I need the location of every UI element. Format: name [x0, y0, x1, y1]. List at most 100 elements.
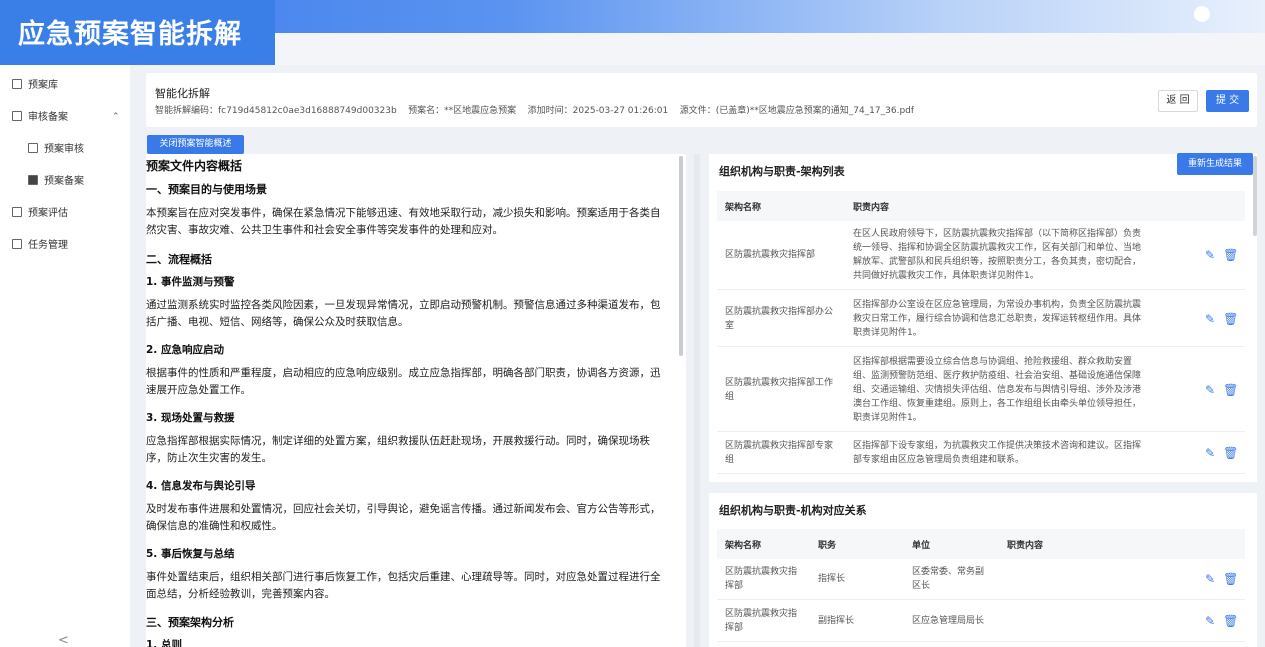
- time-label: 添加时间：: [527, 106, 573, 116]
- row-actions: ✎ 🗑: [1205, 614, 1238, 628]
- summary-panel: 预案文件内容概括 一、预案目的与使用场景 本预案旨在应对突发事件，确保在紧急情况下能…: [146, 154, 686, 647]
- row-actions: ✎ 🗑: [1205, 248, 1238, 262]
- code-label: 智能拆解编码：: [155, 106, 219, 116]
- org-map-card: 组织机构与职责-机构对应关系 架构名称 职务 单位 职责内容 区防震抗震救灾指挥…: [709, 493, 1257, 647]
- org-name-line: 区防震抗震救灾指挥部工作: [725, 377, 834, 388]
- col-header: 职务: [818, 541, 837, 551]
- task-icon: [12, 238, 22, 249]
- sidebar-item-plan-library[interactable]: 预案库: [12, 76, 58, 91]
- org-name-line: 挥部: [725, 623, 744, 633]
- col-header: 架构名称: [725, 203, 762, 213]
- delete-icon[interactable]: 🗑: [1223, 312, 1238, 326]
- page-title: 智能化拆解: [155, 87, 210, 100]
- org-name-line: 组: [725, 391, 735, 402]
- summary-paragraph-line: 然灾害、事故灾难、公共卫生事件和社会安全事件等突发事件的处理和应对。: [146, 224, 503, 236]
- table-row: 区防震抗震救灾指挥部办公室区指挥部办公室设在区应急管理局，为常设办事机构，负责全…: [717, 290, 1245, 347]
- unit-line: 区委常委、常务副: [912, 567, 985, 577]
- edit-icon[interactable]: ✎: [1205, 446, 1215, 460]
- org-name-cell: 区防震抗震救灾指挥部专家组: [725, 439, 845, 467]
- duty-line: 职责详见附件1。: [853, 412, 922, 423]
- col-header: 架构名称: [725, 541, 762, 551]
- summary-paragraph-line: 及时发布事件进展和处置情况，回应社会关切，引导舆论，避免谣言传播。通过新闻发布会…: [146, 503, 661, 515]
- org-name-line: 区防震抗震救灾指: [725, 567, 798, 577]
- summary-paragraph-line: 面总结，分析经验教训，完善预案内容。: [146, 588, 335, 600]
- org-name-cell: 区防震抗震救灾指挥部: [725, 565, 815, 593]
- summary-heading: 三、预案架构分析: [146, 616, 234, 629]
- collapse-sidebar-icon[interactable]: <: [58, 633, 69, 647]
- document-icon: [28, 174, 38, 185]
- org-name-line: 区防震抗震救灾指: [725, 609, 798, 619]
- app-title: 应急预案智能拆解: [0, 0, 275, 65]
- back-button[interactable]: 返 回: [1158, 90, 1198, 112]
- row-actions: ✎ 🗑: [1205, 312, 1238, 326]
- summary-heading: 2. 应急响应启动: [146, 344, 224, 356]
- code-value: fc719d45812c0ae3d16888749d00323b: [218, 106, 397, 116]
- delete-icon[interactable]: 🗑: [1223, 572, 1238, 586]
- duty-line: 统一领导、指挥和协调全区防震抗震救灾工作，区有关部门和单位、当地: [853, 243, 1142, 253]
- regenerate-button[interactable]: 重新生成结果: [1177, 153, 1253, 175]
- sidebar-item-review-filing[interactable]: 审核备案: [12, 108, 68, 123]
- name-value: **区地震应急预案: [444, 106, 517, 116]
- delete-icon[interactable]: 🗑: [1223, 614, 1238, 628]
- edit-icon[interactable]: ✎: [1205, 572, 1215, 586]
- chevron-up-icon[interactable]: ⌃: [112, 112, 120, 122]
- col-header: 职责内容: [1007, 541, 1044, 551]
- role-cell: 指挥长: [818, 574, 846, 584]
- row-actions: ✎ 🗑: [1205, 572, 1238, 586]
- header-card: 智能化拆解 智能拆解编码：fc719d45812c0ae3d16888749d0…: [146, 73, 1257, 127]
- summary-paragraph-line: 本预案旨在应对突发事件，确保在紧急情况下能够迅速、有效地采取行动，减少损失和影响…: [146, 207, 661, 219]
- sidebar-item-plan-evaluation[interactable]: 预案评估: [12, 204, 68, 219]
- submit-button[interactable]: 提 交: [1206, 90, 1249, 112]
- org-list-header: 架构名称 职责内容: [717, 191, 1245, 221]
- table-row: 区防震抗震救灾指挥部工作组 区指挥部根据需要设立综合信息与协调组、抢险救援组、群众…: [717, 347, 1245, 432]
- org-name-line: 区防震抗震救灾指挥部专家: [725, 441, 834, 451]
- duty-cell: 区指挥部办公室设在区应急管理局，为常设办事机构，负责全区防震抗震 救灾日常工作，履…: [853, 298, 1173, 340]
- duty-line: 解放军、武警部队和民兵组织等，按照职责分工，各负其责，密切配合，: [853, 257, 1142, 267]
- duty-line: 组、交通运输组、灾情损失评估组、信息发布与舆情引导组、涉外及涉港: [853, 384, 1142, 395]
- sidebar-item-label: 审核备案: [28, 112, 68, 123]
- sidebar-item-label: 预案评估: [28, 208, 68, 219]
- summary-heading: 1. 事件监测与预警: [146, 276, 235, 288]
- panel-divider[interactable]: [694, 154, 700, 647]
- summary-heading: 5. 事后恢复与总结: [146, 548, 235, 560]
- duty-line: 在区人民政府领导下，区防震抗震救灾指挥部（以下简称区指挥部）负责: [853, 229, 1142, 239]
- duty-line: 部专家组由区应急管理局负责组建和联系。: [853, 455, 1025, 465]
- col-header: 职责内容: [853, 203, 890, 213]
- source-value: (已盖章)**区地震应急预案的通知_74_17_36.pdf: [715, 106, 915, 116]
- sidebar-item-task-management[interactable]: 任务管理: [12, 236, 68, 251]
- close-summary-button[interactable]: 关闭预案智能概述: [147, 135, 244, 154]
- summary-paragraph-line: 根据事件的性质和严重程度，启动相应的应急响应级别。成立应急指挥部，明确各部门职责…: [146, 367, 661, 379]
- edit-icon[interactable]: ✎: [1205, 248, 1215, 262]
- delete-icon[interactable]: 🗑: [1223, 248, 1238, 262]
- org-name-line: 区防震抗震救灾指挥部办公: [725, 306, 834, 317]
- duty-line: 区指挥部办公室设在区应急管理局，为常设办事机构，负责全区防震抗震: [853, 299, 1142, 310]
- col-header: 单位: [912, 541, 931, 551]
- delete-icon[interactable]: 🗑: [1223, 446, 1238, 460]
- summary-paragraph-line: 事件处置结束后，组织相关部门进行事后恢复工作，包括灾后重建、心理疏导等。同时，对…: [146, 571, 661, 583]
- org-name-line: 组: [725, 455, 735, 465]
- sidebar-item-plan-review[interactable]: 预案审核: [28, 140, 84, 155]
- edit-icon[interactable]: ✎: [1205, 614, 1215, 628]
- summary-scrollbar[interactable]: [679, 156, 683, 356]
- document-check-icon: [28, 142, 38, 153]
- sidebar-item-plan-filing[interactable]: 预案备案: [28, 172, 84, 187]
- delete-icon[interactable]: 🗑: [1223, 383, 1238, 397]
- edit-icon[interactable]: ✎: [1205, 383, 1215, 397]
- edit-icon[interactable]: ✎: [1205, 312, 1215, 326]
- duty-cell: 在区人民政府领导下，区防震抗震救灾指挥部（以下简称区指挥部）负责 统一领导、指挥和…: [853, 227, 1173, 283]
- unit-line: 区应急管理局局长: [912, 616, 985, 626]
- org-name-cell: 区防震抗震救灾指挥部: [725, 607, 815, 635]
- summary-paragraph-line: 应急指挥部根据实际情况，制定详细的处置方案，组织救援队伍赶赴现场，开展救援行动。…: [146, 435, 650, 447]
- duty-line: 共同做好抗震救灾工作，具体职责详见附件1。: [853, 271, 1039, 281]
- summary-paragraph-line: 括广播、电视、短信、网络等，确保公众及时获取信息。: [146, 316, 409, 328]
- header-meta: 智能拆解编码：fc719d45812c0ae3d16888749d00323b …: [155, 103, 914, 116]
- org-list-scrollbar[interactable]: [1253, 156, 1257, 236]
- org-list-card: 组织机构与职责-架构列表 架构名称 职责内容 区防震抗震救灾指挥部 在区人民政府领…: [709, 154, 1257, 482]
- summary-heading: 4. 信息发布与舆论引导: [146, 480, 256, 492]
- sidebar-item-label: 预案审核: [44, 144, 84, 155]
- org-list-title: 组织机构与职责-架构列表: [719, 165, 845, 178]
- duty-line: 区指挥部根据需要设立综合信息与协调组、抢险救援组、群众救助安置: [853, 356, 1133, 367]
- unit-cell: 区应急管理局局长: [912, 614, 1002, 628]
- unit-cell: 区委常委、常务副 区长: [912, 565, 1002, 593]
- user-avatar[interactable]: [1194, 6, 1210, 22]
